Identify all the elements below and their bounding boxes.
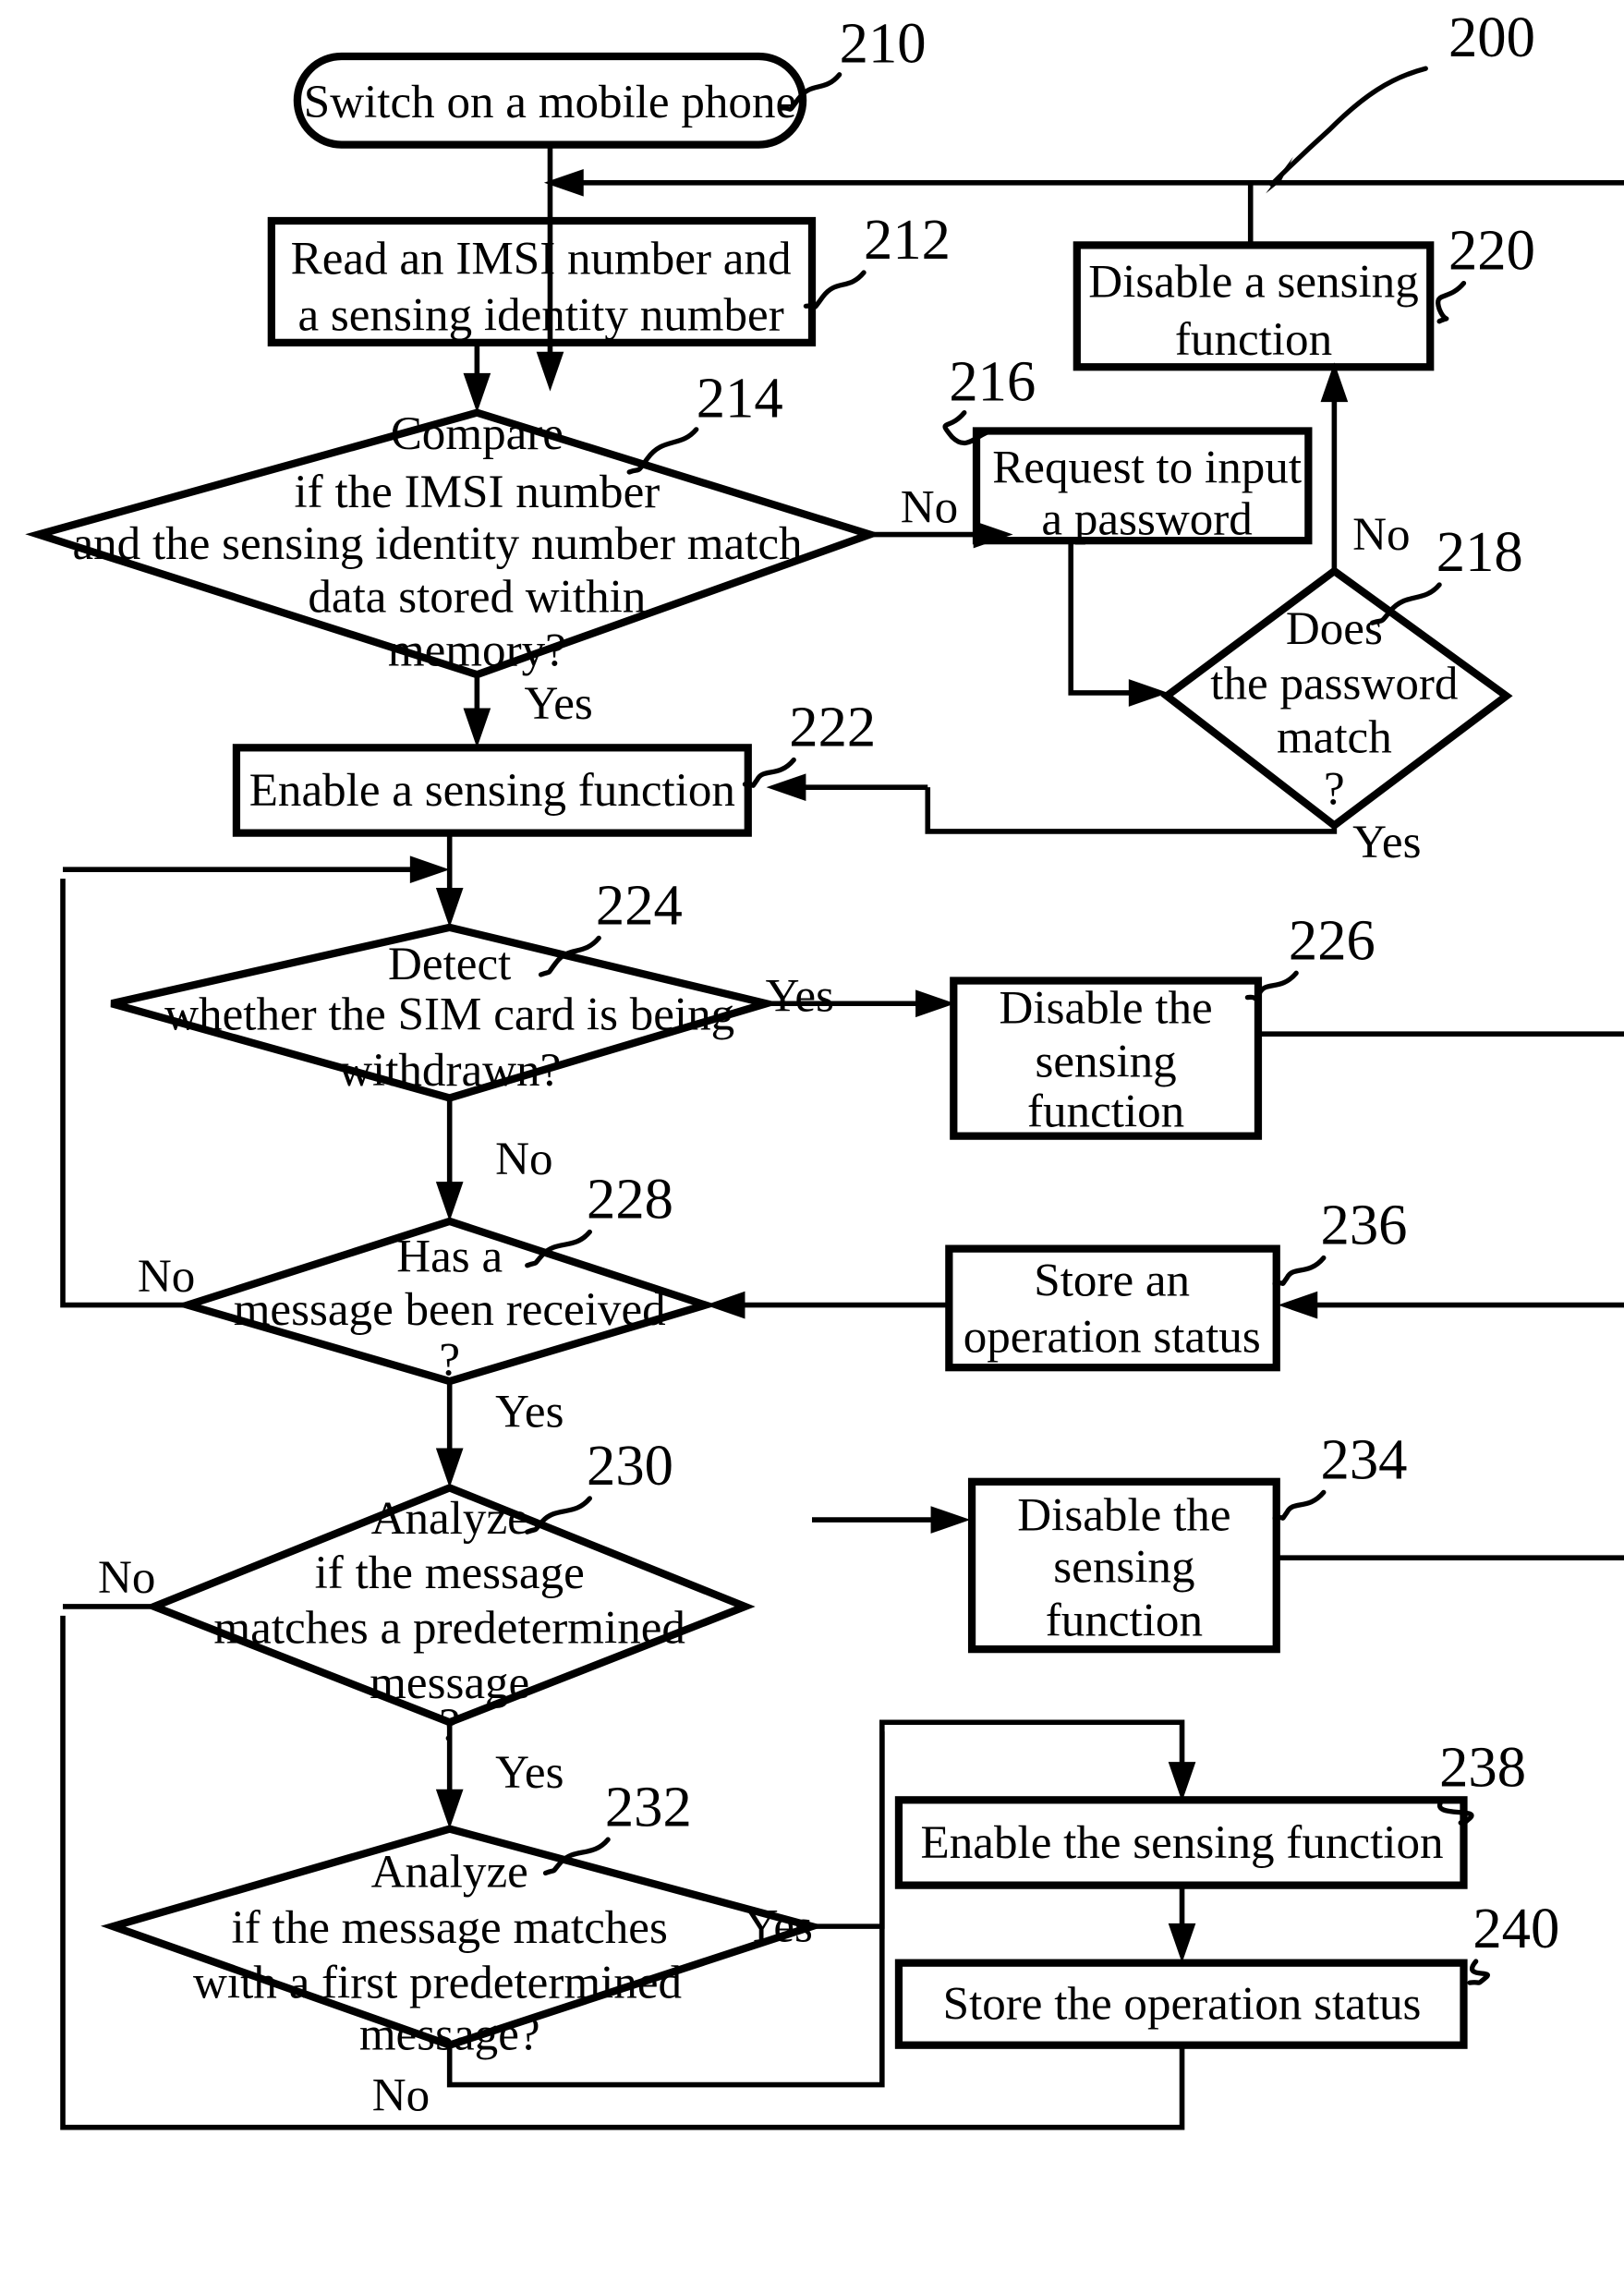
ref-210: 210 (840, 11, 927, 76)
node-220-label-l1: Disable a sensing (1088, 255, 1418, 308)
node-212-label-l2: a sensing identity number (297, 289, 783, 342)
ref-220: 220 (1448, 218, 1535, 283)
node-232-label-l2: if the message matches (232, 1901, 668, 1954)
ref-240: 240 (1473, 1896, 1559, 1960)
node-238-label: Enable the sensing function (921, 1816, 1444, 1869)
edge-label-218-no: No (1352, 508, 1410, 561)
ref-212: 212 (864, 207, 951, 272)
node-214-label-l1: Compare (391, 407, 564, 460)
node-232-label-l1: Analyze (371, 1845, 528, 1898)
edge-label-228-no: No (138, 1250, 195, 1303)
node-236-label-l1: Store an (1034, 1255, 1190, 1307)
node-240-label: Store the operation status (943, 1978, 1422, 2031)
node-236-label-l2: operation status (963, 1311, 1261, 1364)
ref-200: 200 (1448, 5, 1535, 69)
ref-228: 228 (587, 1167, 673, 1232)
edge-label-228-yes: Yes (495, 1385, 564, 1438)
edge-label-230-no: No (98, 1551, 155, 1604)
node-216-label-l1: Request to input (992, 442, 1302, 494)
node-214-label-l3: and the sensing identity number match (72, 517, 802, 570)
node-234-label-l2: sensing (1053, 1541, 1194, 1594)
patent-figure: Switch on a mobile phone Read an IMSI nu… (0, 0, 1624, 2269)
node-228-label-l2: message been received (234, 1283, 666, 1336)
ref-222: 222 (789, 695, 876, 759)
node-226-label-l3: function (1027, 1086, 1184, 1138)
ref-238: 238 (1439, 1734, 1526, 1799)
edge-label-232-yes: Yes (745, 1900, 813, 1953)
node-228-label-l3: ? (439, 1333, 460, 1386)
edge-label-224-yes: Yes (766, 969, 834, 1022)
node-218-label-l4: ? (1324, 762, 1345, 815)
node-234-label-l3: function (1046, 1594, 1203, 1646)
node-214-label-l5: memory? (388, 624, 566, 676)
node-220-label-l2: function (1175, 313, 1332, 366)
edge-label-218-yes: Yes (1352, 816, 1421, 868)
node-224-label-l2: whether the SIM card is being (164, 988, 734, 1040)
node-210-label: Switch on a mobile phone (304, 76, 796, 128)
node-228-label-l1: Has a (396, 1230, 503, 1282)
ref-224: 224 (596, 873, 683, 938)
node-232-label-l4: message? (359, 2008, 540, 2061)
node-226-label-l1: Disable the (1000, 982, 1213, 1035)
node-232-label-l3: with a first predetermined (193, 1957, 682, 2009)
ref-230: 230 (587, 1433, 673, 1498)
edge-label-224-no: No (495, 1133, 552, 1185)
ref-214: 214 (697, 366, 783, 431)
node-230-label-l5: ? (439, 1699, 460, 1752)
node-224-label-l1: Detect (388, 938, 511, 990)
node-230-label-l2: if the message (315, 1547, 585, 1599)
ref-234: 234 (1321, 1427, 1408, 1492)
node-218-label-l3: match (1277, 710, 1392, 763)
ref-232: 232 (605, 1774, 692, 1838)
node-230-label-l1: Analyze (371, 1492, 528, 1545)
node-222-label: Enable a sensing function (249, 764, 735, 817)
ref-216: 216 (949, 349, 1036, 414)
node-230-label-l3: matches a predetermined (213, 1602, 685, 1655)
edge-label-214-no: No (901, 480, 958, 533)
node-214-label-l2: if the IMSI number (294, 466, 660, 518)
node-214-label-l4: data stored within (308, 571, 646, 624)
ref-226: 226 (1289, 907, 1376, 972)
node-218-label-l2: the password (1210, 658, 1458, 710)
node-226-label-l2: sensing (1036, 1035, 1177, 1087)
edge-label-232-no: No (372, 2069, 430, 2122)
node-218-label-l1: Does (1286, 602, 1383, 655)
flowchart-canvas: Switch on a mobile phone Read an IMSI nu… (0, 0, 1624, 2269)
ref-218: 218 (1436, 519, 1523, 584)
node-234-label-l1: Disable the (1017, 1489, 1230, 1542)
edge-label-230-yes: Yes (495, 1746, 564, 1799)
node-216-label-l2: a password (1041, 493, 1252, 546)
node-224-label-l3: withdrawn? (338, 1044, 561, 1097)
edge-label-214-yes: Yes (524, 677, 592, 730)
node-212-label-l1: Read an IMSI number and (291, 233, 792, 285)
ref-236: 236 (1321, 1193, 1408, 1257)
